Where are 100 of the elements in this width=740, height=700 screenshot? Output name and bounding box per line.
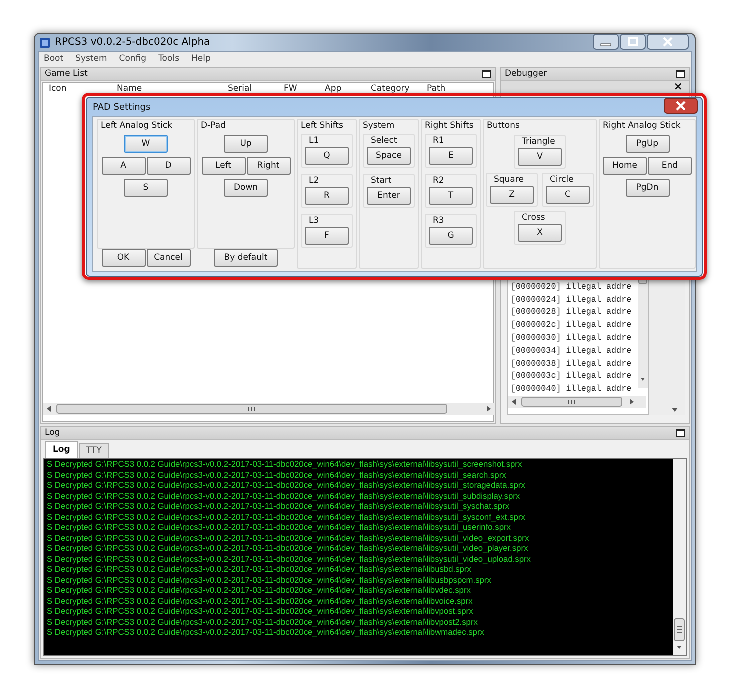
key-button[interactable]: F [305,227,349,245]
key-button[interactable]: PgDn [626,179,670,197]
column-header[interactable]: Icon [43,84,111,94]
key-button[interactable]: Z [490,186,534,204]
log-line: S Decrypted G:\RPCS3 0.0.2 Guide\rpcs3-v0.0.2-2017-03-11-dbc020ce_win64\dev_flash\sys\external\libsysutil_subdisplay.sprx [46,490,522,501]
log-line: S Decrypted G:\RPCS3 0.0.2 Guide\rpcs3-v0.0.2-2017-03-11-dbc020ce_win64\dev_flash\sys\external\libsysutil_syschat.sprx [46,501,511,512]
horizontal-scrollbar[interactable] [508,396,646,408]
menu-item[interactable]: Boot [44,54,64,64]
dialog-button[interactable]: OK [102,249,146,267]
group-label: D-Pad [201,121,227,131]
slot-label: R3 [432,216,444,226]
slot-label: Cross [521,213,546,223]
key-button[interactable]: T [429,187,473,205]
minimize-button[interactable] [593,34,619,50]
column-header[interactable]: App [319,84,365,94]
disassembly-line: [0000003c] illegal addre [511,370,633,384]
menu-item[interactable]: Help [192,54,211,64]
log-line: S Decrypted G:\RPCS3 0.0.2 Guide\rpcs3-v0.0.2-2017-03-11-dbc020ce_win64\dev_flash\sys\external\libsysutil_search.sprx [46,470,508,480]
log-line: S Decrypted G:\RPCS3 0.0.2 Guide\rpcs3-v0.0.2-2017-03-11-dbc020ce_win64\dev_flash\sys\external\libsysutil_sysconf_ext.sprx [46,512,526,522]
menu-item[interactable]: Tools [158,54,180,64]
log-line: S Decrypted G:\RPCS3 0.0.2 Guide\rpcs3-v0.0.2-2017-03-11-dbc020ce_win64\dev_flash\sys\external\libvoice.sprx [46,596,474,606]
log-line: S Decrypted G:\RPCS3 0.0.2 Guide\rpcs3-v0.0.2-2017-03-11-dbc020ce_win64\dev_flash\sys\external\libusbpspcm.sprx [46,574,492,585]
tab[interactable]: Log [45,441,78,458]
disassembly-line: [00000020] illegal addre [511,280,633,294]
scroll-down-arrow[interactable] [671,407,679,413]
key-button[interactable]: Home [603,157,647,175]
restore-icon [676,70,685,78]
key-button[interactable]: Right [246,157,290,175]
slot-label: Start [370,176,392,186]
slot-label: L2 [308,176,320,186]
column-header[interactable]: FW [278,84,319,94]
group-label: Right Shifts [425,121,475,131]
group-label: Right Analog Stick [603,121,682,131]
key-button[interactable]: C [546,186,590,204]
slot-label: L1 [308,136,320,146]
column-header[interactable]: Name [111,84,222,94]
slot-label: L3 [308,216,320,226]
log-line: S Decrypted G:\RPCS3 0.0.2 Guide\rpcs3-v0.0.2-2017-03-11-dbc020ce_win64\dev_flash\sys\external\libsysutil_userinfo.sprx [46,522,512,532]
panel-title: Debugger [505,69,548,79]
menu-item[interactable]: Config [119,54,147,64]
menu-item[interactable]: System [76,54,108,64]
disassembly-line: [00000024] illegal addre [511,294,633,306]
disassembly-line: [0000002c] illegal addre [511,319,633,332]
key-button[interactable]: Enter [367,187,411,205]
log-line: S Decrypted G:\RPCS3 0.0.2 Guide\rpcs3-v0.0.2-2017-03-11-dbc020ce_win64\dev_flash\sys\external\libsysutil_screenshot.sprx [46,459,524,470]
dialog-button[interactable]: Cancel [146,249,190,267]
key-button[interactable]: S [124,179,168,197]
key-button[interactable]: W [124,135,168,153]
key-button[interactable]: Up [224,135,268,153]
restore-icon [482,70,491,78]
disassembly-line: [00000028] illegal addre [511,306,633,320]
app-icon [39,36,51,48]
key-button[interactable]: A [102,157,146,175]
key-button[interactable]: Left [202,157,246,175]
vertical-scrollbar[interactable] [673,459,686,655]
close-button[interactable] [647,34,689,50]
group-label: System [363,121,396,131]
log-line: S Decrypted G:\RPCS3 0.0.2 Guide\rpcs3-v0.0.2-2017-03-11-dbc020ce_win64\dev_flash\sys\external\libvpost2.sprx [46,616,479,627]
window-title: RPCS3 v0.0.2-5-dbc020c Alpha [55,37,210,48]
key-button[interactable]: V [518,148,562,166]
disassembly-line: [00000040] illegal addre [511,383,633,396]
restore-icon [676,429,685,437]
horizontal-scrollbar[interactable] [43,403,495,415]
key-button[interactable]: X [518,224,562,242]
column-header[interactable]: Path [421,84,446,94]
key-button[interactable]: Q [305,147,349,165]
column-header[interactable]: Serial [222,84,278,94]
key-button[interactable]: Down [224,179,268,197]
column-header[interactable]: Category [365,84,421,94]
dialog-button[interactable]: By default [214,249,278,267]
slot-label: R2 [432,176,444,186]
log-line: S Decrypted G:\RPCS3 0.0.2 Guide\rpcs3-v0.0.2-2017-03-11-dbc020ce_win64\dev_flash\sys\external\libsysutil_video_export.sprx [46,532,530,543]
slot-label: Circle [549,175,574,185]
slot-label: Select [370,136,398,146]
key-button[interactable]: Space [367,147,411,165]
panel-title: Log [45,428,60,438]
log-line: S Decrypted G:\RPCS3 0.0.2 Guide\rpcs3-v0.0.2-2017-03-11-dbc020ce_win64\dev_flash\sys\external\libwmadec.sprx [46,627,486,638]
log-line: S Decrypted G:\RPCS3 0.0.2 Guide\rpcs3-v0.0.2-2017-03-11-dbc020ce_win64\dev_flash\sys\external\libsysutil_storagedata.sprx [46,480,526,490]
key-button[interactable]: G [429,227,473,245]
close-button[interactable]: × [674,81,683,93]
maximize-button[interactable] [620,34,646,50]
log-line: S Decrypted G:\RPCS3 0.0.2 Guide\rpcs3-v0.0.2-2017-03-11-dbc020ce_win64\dev_flash\sys\external\libvpost.sprx [46,606,474,616]
key-button[interactable]: D [146,157,190,175]
group-label: Buttons [487,121,521,131]
slot-label: Square [493,175,524,185]
key-button[interactable]: E [429,147,473,165]
log-line: S Decrypted G:\RPCS3 0.0.2 Guide\rpcs3-v0.0.2-2017-03-11-dbc020ce_win64\dev_flash\sys\external\libsysutil_video_player.sprx [46,543,530,554]
disassembly-line: [00000034] illegal addre [511,344,633,358]
panel-title: Game List [45,69,88,79]
disassembly-line: [00000038] illegal addre [511,358,633,370]
group-label: Left Analog Stick [101,121,174,131]
close-button[interactable] [664,98,698,114]
disassembly-line: [00000030] illegal addre [511,332,633,345]
key-button[interactable]: PgUp [626,135,670,153]
key-button[interactable]: R [305,187,349,205]
slot-label: Triangle [521,137,556,147]
key-button[interactable]: End [648,157,692,175]
log-line: S Decrypted G:\RPCS3 0.0.2 Guide\rpcs3-v0.0.2-2017-03-11-dbc020ce_win64\dev_flash\sys\external\libsysutil_video_upload.sprx [46,554,532,564]
dialog-title: PAD Settings [93,103,151,113]
tab[interactable]: TTY [79,443,109,458]
